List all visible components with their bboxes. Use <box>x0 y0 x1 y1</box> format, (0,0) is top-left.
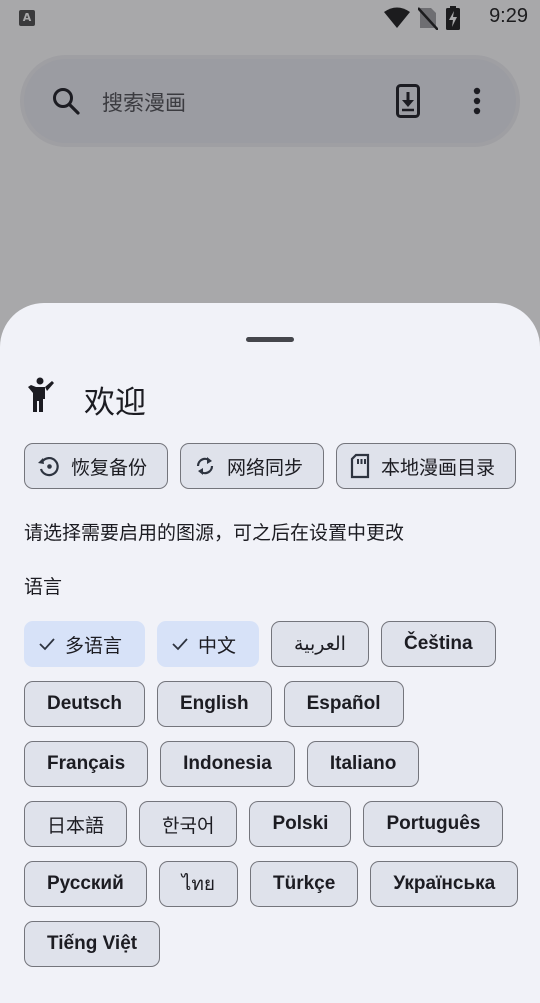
battery-charging-icon <box>446 6 460 30</box>
language-chip[interactable]: Čeština <box>380 621 496 667</box>
language-chip-label: العربية <box>294 633 346 655</box>
language-chip[interactable]: 多语言 <box>24 621 146 667</box>
language-chip[interactable]: Español <box>283 681 404 727</box>
language-chip[interactable]: Polski <box>249 801 352 847</box>
check-icon <box>172 638 188 651</box>
language-chip[interactable]: Italiano <box>306 741 420 787</box>
person-walking-icon <box>28 377 54 412</box>
language-chip-label: Türkçe <box>273 873 336 894</box>
language-chip-group: 多语言 中文 العربية Čeština Deutsch English E… <box>24 621 534 967</box>
status-icons <box>384 6 460 30</box>
local-comic-dir-button[interactable]: 本地漫画目录 <box>336 443 517 489</box>
language-chip-label: ไทย <box>181 873 215 895</box>
no-sim-icon <box>418 7 438 30</box>
check-icon <box>39 638 55 651</box>
sd-card-icon <box>350 453 370 479</box>
language-chip[interactable]: Tiếng Việt <box>24 921 161 967</box>
language-chip-label: Polski <box>272 813 329 834</box>
language-chip[interactable]: العربية <box>271 621 369 667</box>
sync-button[interactable]: 网络同步 <box>180 443 325 489</box>
language-chip-label: 多语言 <box>65 634 123 657</box>
language-chip[interactable]: Indonesia <box>160 741 295 787</box>
restore-backup-label: 恢复备份 <box>71 456 148 479</box>
more-vert-icon[interactable] <box>472 87 482 115</box>
language-chip[interactable]: Français <box>24 741 149 787</box>
wifi-icon <box>384 7 410 28</box>
language-chip-label: 中文 <box>198 634 237 657</box>
language-chip-label: Italiano <box>329 753 397 774</box>
search-icon[interactable] <box>52 87 80 115</box>
language-chip-label: Português <box>386 813 481 834</box>
language-chip-label: English <box>179 693 249 714</box>
language-chip[interactable]: Türkçe <box>250 861 359 907</box>
sync-label: 网络同步 <box>227 456 304 479</box>
language-chip[interactable]: 中文 <box>157 621 260 667</box>
language-chip-label: 日本語 <box>47 814 105 837</box>
language-chip[interactable]: Deutsch <box>24 681 145 727</box>
language-chip-label: Deutsch <box>47 693 122 714</box>
restore-backup-button[interactable]: 恢复备份 <box>24 443 169 489</box>
language-chip[interactable]: ไทย <box>158 861 238 907</box>
app-notification-icon: A <box>19 10 35 26</box>
sync-icon <box>196 457 214 475</box>
language-chip[interactable]: 한국어 <box>139 801 238 847</box>
language-chip-label: Français <box>47 753 126 774</box>
language-chip-label: Tiếng Việt <box>47 933 138 954</box>
import-icon[interactable] <box>396 84 420 118</box>
language-chip-label: Indonesia <box>183 753 272 774</box>
status-bar: A 9:29 <box>0 0 540 36</box>
language-chip-label: Čeština <box>403 633 473 654</box>
language-label: 语言 <box>24 576 63 598</box>
action-row: 恢复备份 网络同步 本地漫画目录 <box>24 443 517 489</box>
language-chip-label: Español <box>306 693 381 714</box>
status-time: 9:29 <box>489 5 528 27</box>
language-chip[interactable]: English <box>156 681 272 727</box>
welcome-sheet: 欢迎 恢复备份 网络同步 本地漫画目录 请选择需要启用的图源，可之后在设置中更改… <box>0 303 540 1003</box>
sheet-title: 欢迎 <box>84 385 146 421</box>
restore-icon <box>38 457 59 477</box>
intro-text: 请选择需要启用的图源，可之后在设置中更改 <box>24 522 405 544</box>
language-chip-label: Українська <box>393 873 496 894</box>
language-chip-label: Русский <box>47 873 124 894</box>
language-chip[interactable]: Русский <box>24 861 147 907</box>
local-comic-dir-label: 本地漫画目录 <box>381 456 496 479</box>
search-input[interactable]: 搜索漫画 <box>102 87 186 117</box>
search-bar[interactable]: 搜索漫画 <box>24 59 516 143</box>
language-chip[interactable]: Português <box>363 801 504 847</box>
drag-handle[interactable] <box>246 337 294 342</box>
language-chip-label: 한국어 <box>162 814 215 837</box>
language-chip[interactable]: 日本語 <box>24 801 128 847</box>
language-chip[interactable]: Українська <box>370 861 519 907</box>
